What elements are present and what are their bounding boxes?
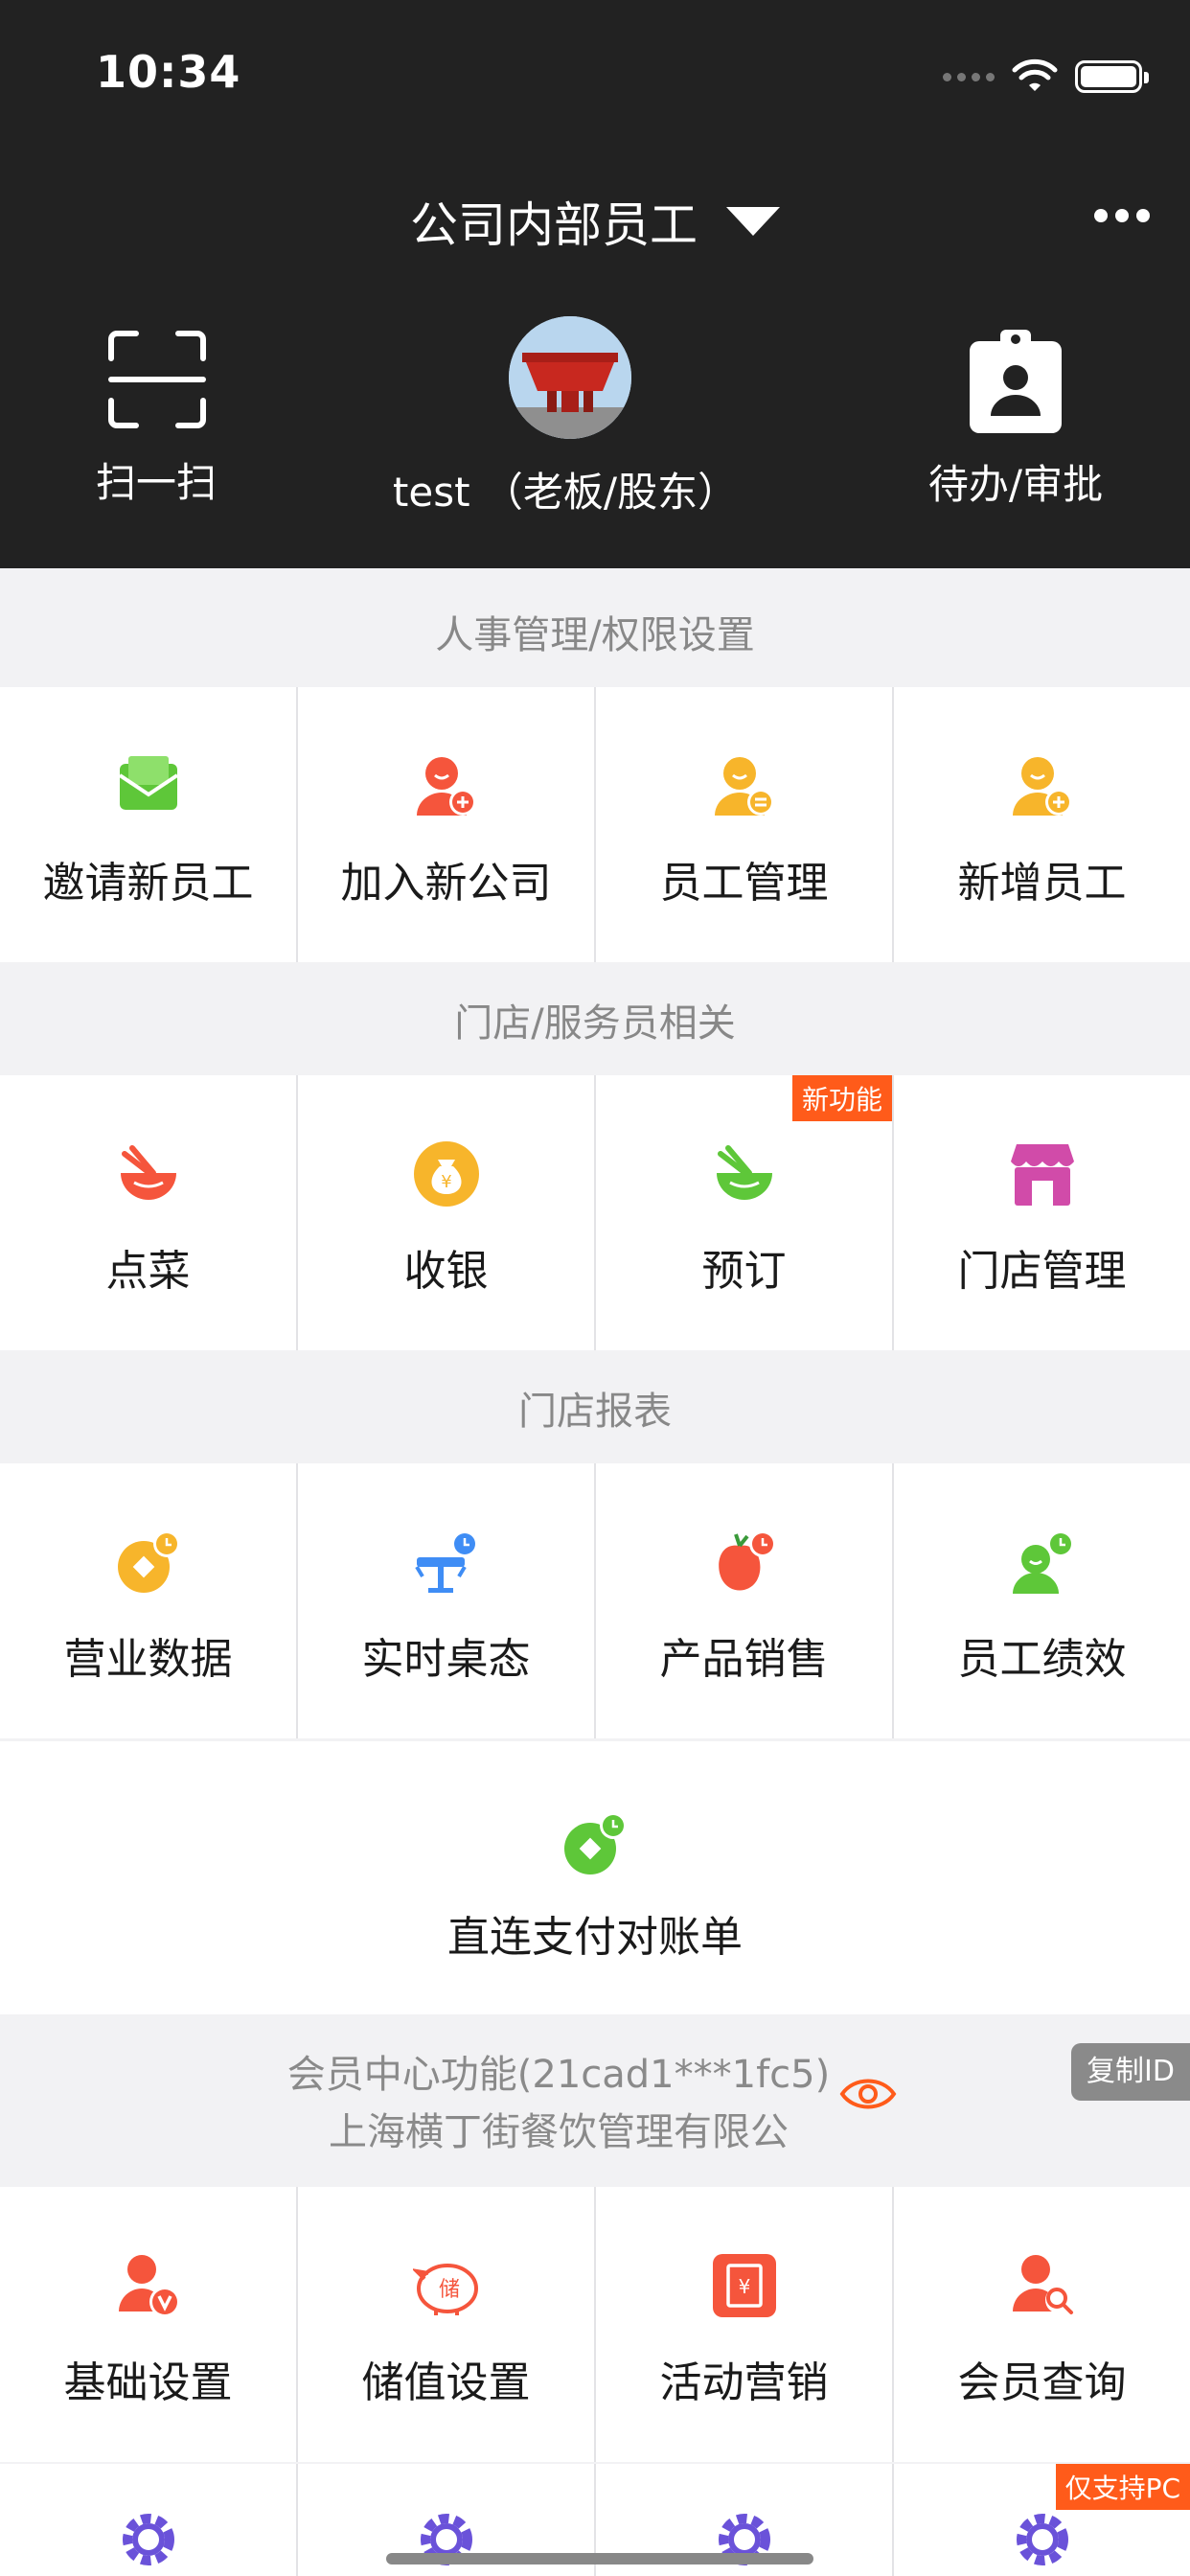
user-name-role[interactable]: test （老板/股东） xyxy=(335,460,795,518)
stored-value-icon: 储 xyxy=(412,2264,478,2315)
settings-item-4[interactable]: 仅支持PC xyxy=(894,2464,1190,2576)
section-title-store: 门店/服务员相关 xyxy=(454,1001,736,1046)
join-company-icon xyxy=(416,757,476,816)
cell-label: 预订 xyxy=(701,1247,787,1296)
cell-label: 员工绩效 xyxy=(957,1635,1127,1684)
business-data-icon xyxy=(117,1530,180,1593)
invite-staff-button[interactable]: 邀请新员工 xyxy=(0,687,296,962)
eye-icon[interactable] xyxy=(839,2073,897,2116)
order-dishes-button[interactable]: 点菜 xyxy=(0,1075,296,1350)
reports-grid: 营业数据 实时桌态 产品销售 员工绩效 xyxy=(0,1463,1190,1738)
hr-grid: 邀请新员工 加入新公司 员工管理 新增员工 xyxy=(0,687,1190,962)
cell-label: 收银 xyxy=(403,1247,489,1296)
business-data-button[interactable]: 营业数据 xyxy=(0,1463,296,1738)
cell-label: 门店管理 xyxy=(957,1247,1127,1296)
cell-label: 基础设置 xyxy=(63,2358,233,2407)
cell-label: 新增员工 xyxy=(957,859,1127,908)
member-grid: 基础设置 储 储值设置 ¥ 活动营销 会员查询 xyxy=(0,2187,1190,2462)
basic-settings-button[interactable]: 基础设置 xyxy=(0,2187,296,2462)
new-feature-badge: 新功能 xyxy=(791,1075,892,1121)
stored-value-button[interactable]: 储 储值设置 xyxy=(298,2187,594,2462)
clipboard-user-icon[interactable] xyxy=(968,328,1064,435)
staff-performance-icon xyxy=(1012,1530,1074,1594)
marketing-ticket-icon: ¥ xyxy=(712,2254,776,2317)
todo-approval-button[interactable]: 待办/审批 xyxy=(901,452,1131,511)
join-company-button[interactable]: 加入新公司 xyxy=(298,687,594,962)
cell-label: 会员查询 xyxy=(957,2358,1127,2407)
avatar-pavilion-image xyxy=(509,316,631,439)
reservation-button[interactable]: 新功能 预订 xyxy=(596,1075,892,1350)
app-header: 10:34 公司内部员工 扫一扫 test （老板/股东） 待办/审批 xyxy=(0,0,1190,568)
caret-down-icon xyxy=(726,207,780,236)
pc-only-badge: 仅支持PC xyxy=(1055,2464,1190,2510)
staff-performance-button[interactable]: 员工绩效 xyxy=(894,1463,1190,1738)
staff-management-button[interactable]: 员工管理 xyxy=(596,687,892,962)
payment-statement-button[interactable]: 直连支付对账单 xyxy=(0,1741,1190,2014)
reserve-bowl-icon xyxy=(716,1145,772,1200)
order-bowl-icon xyxy=(120,1145,176,1200)
product-sales-icon xyxy=(718,1530,776,1591)
cashier-button[interactable]: ¥ 收银 xyxy=(298,1075,594,1350)
wifi-icon xyxy=(1012,58,1058,91)
table-status-button[interactable]: 实时桌态 xyxy=(298,1463,594,1738)
product-sales-button[interactable]: 产品销售 xyxy=(596,1463,892,1738)
section-title-reports: 门店报表 xyxy=(518,1390,672,1434)
payment-statement-icon xyxy=(564,1812,627,1874)
cell-label: 直连支付对账单 xyxy=(447,1913,743,1962)
cell-label: 储值设置 xyxy=(361,2358,531,2407)
home-indicator[interactable] xyxy=(386,2553,813,2564)
cell-label: 营业数据 xyxy=(63,1635,233,1684)
cell-label: 活动营销 xyxy=(659,2358,829,2407)
member-company-name: 上海横丁街餐饮管理有限公 xyxy=(329,2110,789,2154)
svg-text:储: 储 xyxy=(438,2278,459,2302)
cell-label: 实时桌态 xyxy=(361,1635,531,1684)
svg-text:¥: ¥ xyxy=(738,2275,750,2298)
store-grid: 点菜 ¥ 收银 新功能 预订 门店管理 xyxy=(0,1075,1190,1350)
table-status-icon xyxy=(414,1530,478,1593)
member-search-icon xyxy=(1012,2255,1073,2314)
svg-text:¥: ¥ xyxy=(441,1172,451,1192)
scan-icon[interactable] xyxy=(107,330,207,429)
gear-icon xyxy=(1016,2514,1068,2565)
scan-button[interactable]: 扫一扫 xyxy=(38,450,274,509)
add-staff-button[interactable]: 新增员工 xyxy=(894,687,1190,962)
cell-label: 加入新公司 xyxy=(340,859,552,908)
invite-envelope-icon xyxy=(118,756,178,810)
copy-id-button[interactable]: 复制ID xyxy=(1071,2043,1190,2101)
gear-icon xyxy=(122,2514,174,2565)
more-icon[interactable] xyxy=(1094,209,1150,222)
company-name: 公司内部员工 xyxy=(410,197,698,253)
section-title-hr: 人事管理/权限设置 xyxy=(435,613,755,657)
member-query-button[interactable]: 会员查询 xyxy=(894,2187,1190,2462)
basic-settings-icon xyxy=(118,2255,180,2317)
status-icons xyxy=(943,58,1149,96)
cell-label: 员工管理 xyxy=(659,859,829,908)
member-center-title: 会员中心功能(21cad1***1fc5) xyxy=(286,2053,831,2097)
cell-label: 产品销售 xyxy=(659,1635,829,1684)
avatar[interactable] xyxy=(509,316,631,439)
store-management-button[interactable]: 门店管理 xyxy=(894,1075,1190,1350)
company-selector[interactable]: 公司内部员工 xyxy=(0,187,1190,256)
cell-label: 邀请新员工 xyxy=(42,859,254,908)
cashier-moneybag-icon: ¥ xyxy=(413,1141,479,1207)
battery-icon xyxy=(1075,60,1149,93)
add-staff-icon xyxy=(1012,757,1072,816)
cell-label: 点菜 xyxy=(105,1247,191,1296)
storefront-icon xyxy=(1010,1144,1074,1206)
status-time: 10:34 xyxy=(96,46,241,98)
cellular-signal-icon xyxy=(943,72,995,81)
settings-item-1[interactable] xyxy=(0,2464,296,2576)
staff-manage-icon xyxy=(714,757,774,816)
marketing-button[interactable]: ¥ 活动营销 xyxy=(596,2187,892,2462)
